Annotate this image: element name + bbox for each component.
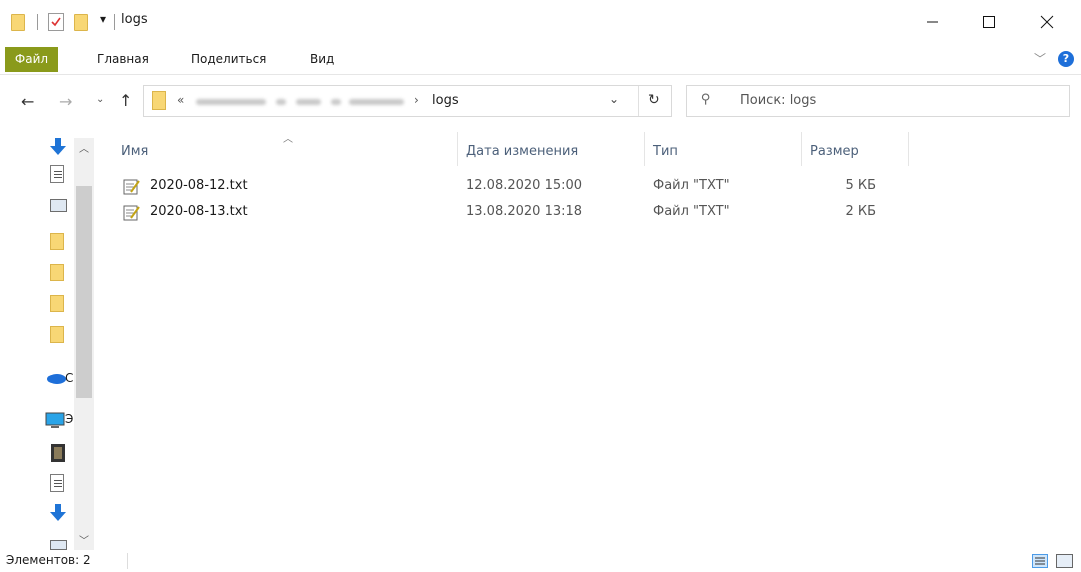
tab-file[interactable]: Файл: [5, 47, 58, 72]
ribbon: Главная Поделиться Вид ﹀ ?: [0, 44, 1081, 75]
large-icons-view-icon[interactable]: [1056, 554, 1073, 568]
breadcrumb-chevron-icon[interactable]: ›: [414, 93, 419, 107]
file-size: 5 КБ: [845, 178, 876, 193]
redacted-path-separator: [331, 99, 341, 105]
file-date: 13.08.2020 13:18: [466, 204, 583, 219]
file-row[interactable]: 2020-08-12.txt 12.08.2020 15:00 Файл "TX…: [120, 175, 910, 197]
redacted-path-segment: [196, 99, 266, 105]
redacted-path-separator: [276, 99, 286, 105]
column-header-name[interactable]: Имя: [121, 140, 148, 164]
title-bar: ▾ logs: [0, 0, 1081, 44]
text-file-icon: [123, 204, 140, 221]
column-divider[interactable]: [801, 132, 802, 166]
file-type: Файл "TXT": [653, 178, 730, 193]
forward-arrow-icon[interactable]: →: [59, 92, 72, 111]
file-type: Файл "TXT": [653, 204, 730, 219]
documents-icon[interactable]: [50, 474, 64, 492]
window-title: logs: [121, 12, 148, 27]
tab-share[interactable]: Поделиться: [191, 50, 266, 68]
address-bar[interactable]: « › logs ⌄ ↻: [143, 85, 672, 117]
file-name[interactable]: 2020-08-12.txt: [150, 175, 248, 197]
column-divider[interactable]: [908, 132, 909, 166]
close-button[interactable]: [1024, 0, 1070, 44]
videos-icon[interactable]: [51, 444, 65, 466]
help-icon[interactable]: ?: [1058, 51, 1074, 67]
scroll-down-icon[interactable]: ﹀: [79, 532, 89, 547]
this-pc-label[interactable]: Э: [65, 412, 73, 426]
column-header-size[interactable]: Размер: [810, 140, 859, 164]
new-folder-icon[interactable]: [74, 14, 88, 31]
this-pc-icon[interactable]: [45, 412, 65, 434]
breadcrumb-current[interactable]: logs: [432, 93, 459, 108]
file-row[interactable]: 2020-08-13.txt 13.08.2020 13:18 Файл "TX…: [120, 201, 910, 223]
status-bar: Элементов: 2: [0, 550, 1081, 572]
redacted-path-segment: [296, 99, 321, 105]
tab-home[interactable]: Главная: [97, 50, 149, 68]
up-arrow-icon[interactable]: ↑: [119, 91, 132, 110]
column-header-type[interactable]: Тип: [653, 140, 678, 164]
nav-scrollbar-thumb[interactable]: [76, 186, 92, 398]
item-count: Элементов: 2: [6, 553, 91, 567]
search-icon: ⚲: [701, 92, 711, 107]
downloads-icon[interactable]: [49, 503, 67, 527]
file-name[interactable]: 2020-08-13.txt: [150, 201, 248, 223]
column-header-date[interactable]: Дата изменения: [466, 140, 578, 164]
separator: [114, 14, 115, 30]
separator: [37, 14, 38, 30]
expand-ribbon-icon[interactable]: ﹀: [1034, 50, 1046, 67]
overflow-chevron[interactable]: «: [177, 93, 184, 107]
sort-ascending-icon: ︿: [283, 134, 293, 145]
back-arrow-icon[interactable]: ←: [21, 92, 34, 111]
text-file-icon: [123, 178, 140, 195]
pictures-icon[interactable]: [50, 199, 67, 212]
folder-icon[interactable]: [50, 295, 64, 312]
file-date: 12.08.2020 15:00: [466, 178, 583, 193]
details-view-icon[interactable]: [1032, 554, 1048, 568]
customize-toolbar-icon[interactable]: ▾: [100, 12, 106, 26]
properties-icon[interactable]: [48, 13, 64, 31]
address-dropdown-icon[interactable]: ⌄: [609, 92, 619, 106]
minimize-button[interactable]: [910, 0, 956, 44]
divider: [127, 553, 128, 569]
recent-locations-chevron-icon[interactable]: ⌄: [96, 94, 104, 105]
onedrive-icon[interactable]: [46, 372, 66, 388]
onedrive-label[interactable]: C: [65, 371, 73, 385]
divider: [638, 86, 639, 116]
search-input[interactable]: Поиск: logs: [740, 93, 816, 108]
documents-icon[interactable]: [50, 165, 64, 183]
redacted-path-segment: [349, 99, 404, 105]
pictures-icon[interactable]: [50, 540, 67, 550]
downloads-icon[interactable]: [49, 137, 67, 161]
folder-icon[interactable]: [50, 264, 64, 281]
folder-icon[interactable]: [50, 326, 64, 343]
column-divider[interactable]: [644, 132, 645, 166]
column-divider[interactable]: [457, 132, 458, 166]
scroll-up-icon[interactable]: ︿: [79, 140, 89, 155]
tab-view[interactable]: Вид: [310, 50, 334, 68]
maximize-button[interactable]: [966, 0, 1012, 44]
folder-icon[interactable]: [50, 233, 64, 250]
file-size: 2 КБ: [845, 204, 876, 219]
folder-icon: [11, 14, 25, 31]
folder-icon: [152, 91, 166, 110]
search-box[interactable]: ⚲ Поиск: logs: [686, 85, 1070, 117]
refresh-icon[interactable]: ↻: [648, 92, 660, 108]
